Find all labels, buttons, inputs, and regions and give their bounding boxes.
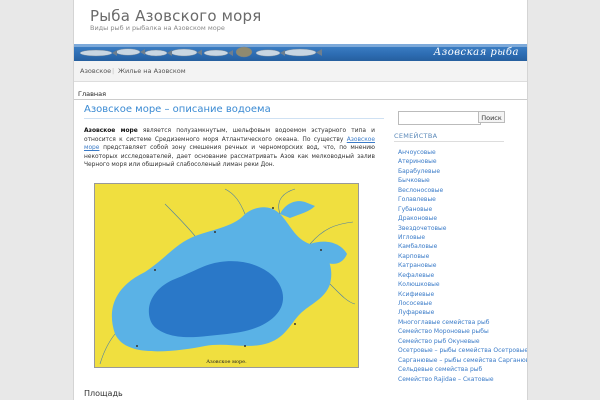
category-link[interactable]: Кефалевые	[398, 271, 527, 280]
category-link[interactable]: Губановые	[398, 205, 527, 214]
category-link[interactable]: Драконовые	[398, 214, 527, 223]
category-link[interactable]: Атериновые	[398, 157, 527, 166]
category-link[interactable]: Барабулевые	[398, 167, 527, 176]
category-link[interactable]: Камбаловые	[398, 242, 527, 251]
categories-divider	[394, 141, 504, 142]
page-container: Рыба Азовского моря Виды рыб и рыбалка н…	[73, 0, 528, 400]
nav-item-azovskoe[interactable]: Азовское	[80, 67, 111, 75]
category-link[interactable]: Анчоусовые	[398, 148, 527, 157]
category-link[interactable]: Карповые	[398, 252, 527, 261]
category-link[interactable]: Семейство Мороновые рыбы	[398, 327, 527, 336]
paragraph-text-2: представляет собой зону смешения речных …	[84, 145, 375, 168]
nav-item-housing[interactable]: Жилье на Азовском	[118, 67, 186, 75]
post-title[interactable]: Азовское море – описание водоема	[84, 104, 384, 119]
categories-heading: СЕМЕЙСТВА	[394, 132, 438, 140]
category-link[interactable]: Звездочетовые	[398, 224, 527, 233]
nav-item-home[interactable]: Главная	[78, 90, 106, 98]
category-link[interactable]: Многоглавые семейства рыб	[398, 318, 527, 327]
category-link[interactable]: Голавлевые	[398, 195, 527, 204]
banner-brand-text: Азовская рыба	[433, 47, 519, 58]
category-link[interactable]: Семейство рыб Окуневые	[398, 337, 527, 346]
site-title[interactable]: Рыба Азовского моря	[90, 7, 262, 25]
categories-list: Анчоусовые Атериновые Барабулевые Бычков…	[398, 148, 527, 384]
map-graphic	[99, 188, 356, 365]
section-heading-area: Площадь	[84, 389, 123, 398]
category-link[interactable]: Семейство Rajidae – Скатовые	[398, 375, 527, 384]
category-link[interactable]: Сарганювые – рыбы семейства Сарганювые	[398, 356, 527, 365]
search-button[interactable]: Поиск	[478, 111, 505, 123]
paragraph-bold-lead: Азовское море	[84, 128, 138, 134]
category-link[interactable]: Луфаревые	[398, 308, 527, 317]
main-navigation: Азовское | Жилье на Азовском	[74, 61, 527, 82]
search-input[interactable]	[398, 111, 481, 125]
category-link[interactable]: Катрановые	[398, 261, 527, 270]
site-description: Виды рыб и рыбалка на Азовском море	[90, 24, 225, 32]
category-link[interactable]: Веслоносовые	[398, 186, 527, 195]
post-paragraph: Азовское море является полузамкнутым, ше…	[84, 127, 375, 170]
azov-sea-map-image: Азовское море.	[94, 183, 359, 368]
secondary-navigation: Главная	[74, 88, 527, 100]
category-link[interactable]: Ксифиевые	[398, 290, 527, 299]
category-link[interactable]: Игловые	[398, 233, 527, 242]
category-link[interactable]: Осетровые – рыбы семейства Осетровые	[398, 346, 527, 355]
category-link[interactable]: Лососевые	[398, 299, 527, 308]
category-link[interactable]: Сельдевые семейства рыб	[398, 365, 527, 374]
fish-banner-image	[79, 46, 322, 58]
category-link[interactable]: Колюшковые	[398, 280, 527, 289]
nav-separator: |	[112, 67, 115, 75]
header-banner: Азовская рыба	[74, 44, 527, 61]
map-caption: Азовское море.	[206, 359, 247, 365]
category-link[interactable]: Бычковые	[398, 176, 527, 185]
